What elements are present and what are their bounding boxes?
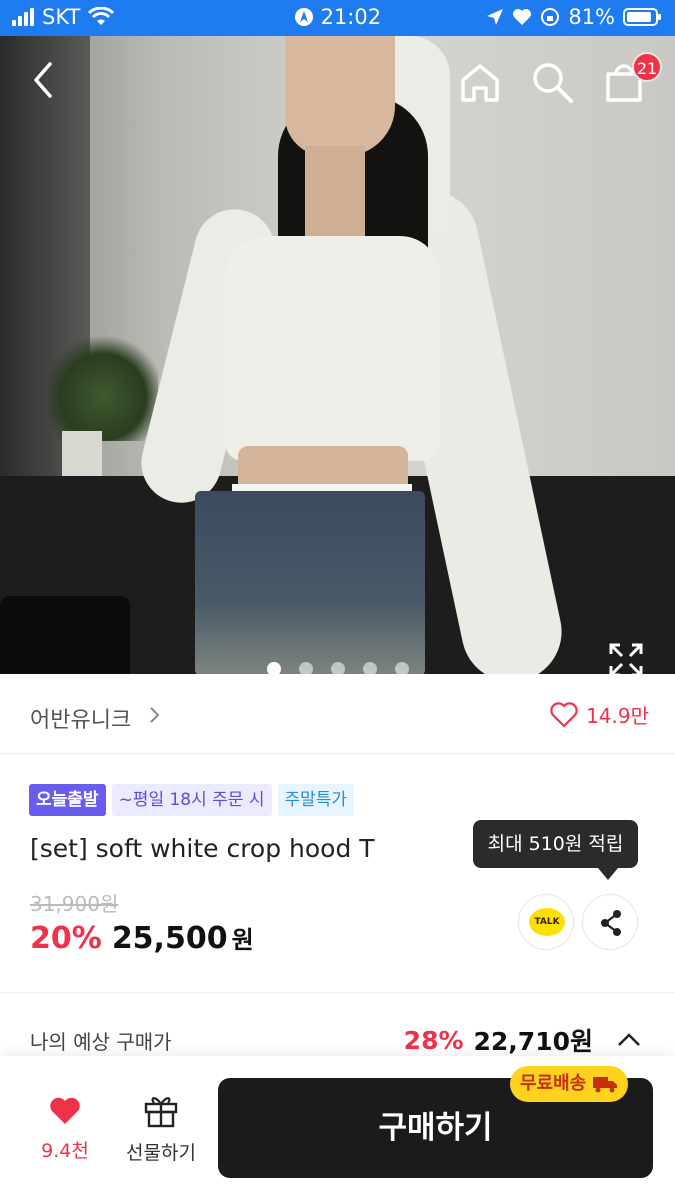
- free-shipping-label: 무료배송: [520, 1073, 587, 1094]
- tooltip-arrow: [598, 868, 618, 880]
- plant-decor: [48, 331, 158, 441]
- gallery-dot[interactable]: [298, 662, 313, 674]
- product-title: [set] soft white crop hood T: [30, 834, 375, 863]
- heart-outline-icon: [550, 701, 578, 727]
- heart-status-icon: [513, 9, 532, 25]
- purchase-bar: 9.4천 선물하기 구매하기 무료배송: [0, 1056, 675, 1200]
- chevron-up-icon[interactable]: [615, 1030, 643, 1050]
- truck-icon: [593, 1077, 618, 1093]
- gallery-dot[interactable]: [394, 662, 409, 674]
- status-bar: SKT 21:02 81%: [0, 0, 675, 36]
- weekend-sale-badge: 주말특가: [277, 784, 355, 816]
- share-icon: [601, 910, 621, 936]
- search-icon[interactable]: [528, 58, 576, 106]
- brand-name[interactable]: 어반유니크: [30, 702, 131, 734]
- battery-percent: 81%: [568, 5, 615, 29]
- wishlist-button[interactable]: 9.4천: [30, 1096, 100, 1176]
- cutoff-time-badge: ~평일 18시 주문 시: [111, 784, 272, 816]
- gallery-indicator[interactable]: [0, 662, 675, 674]
- points-tooltip: 최대 510원 적립: [473, 820, 638, 868]
- section-divider: [0, 992, 675, 993]
- delivery-badges: 오늘출발 ~평일 18시 주문 시 주말특가: [29, 784, 355, 816]
- gift-button[interactable]: 선물하기: [116, 1092, 206, 1176]
- gift-icon: [144, 1097, 178, 1128]
- brand-like-button[interactable]: 14.9만: [550, 700, 649, 729]
- original-price: 31,900원: [30, 892, 119, 916]
- brand-row[interactable]: 어반유니크 14.9만: [0, 674, 675, 754]
- home-icon[interactable]: [456, 58, 504, 106]
- gift-label: 선물하기: [126, 1142, 196, 1164]
- back-arrow-icon[interactable]: [22, 58, 66, 102]
- clock: 21:02: [320, 5, 382, 29]
- kakao-talk-button[interactable]: TALK: [518, 894, 574, 950]
- rotation-lock-icon: [541, 8, 560, 26]
- navigation-arrow-icon: [487, 9, 504, 25]
- share-button[interactable]: [582, 894, 638, 950]
- battery-icon: [623, 8, 661, 26]
- product-image-gallery[interactable]: [0, 36, 675, 674]
- kakao-talk-icon: TALK: [529, 908, 565, 936]
- free-shipping-badge: 무료배송: [510, 1066, 629, 1102]
- price-unit: 원: [231, 926, 254, 954]
- gallery-dot[interactable]: [362, 662, 377, 674]
- estimated-discount: 28%: [403, 1025, 464, 1055]
- estimated-price: 22,710원: [473, 1027, 593, 1056]
- location-circle-icon: [294, 8, 313, 26]
- gallery-dot[interactable]: [330, 662, 345, 674]
- heart-filled-icon: [50, 1097, 80, 1124]
- today-shipping-badge: 오늘출발: [29, 784, 106, 816]
- estimated-price-label: 나의 예상 구매가: [30, 1030, 172, 1054]
- wishlist-count: 9.4천: [41, 1140, 89, 1162]
- discount-rate: 20%: [30, 921, 102, 956]
- brand-like-count: 14.9만: [586, 704, 649, 728]
- estimated-price-row[interactable]: 나의 예상 구매가 28% 22,710원: [0, 1004, 675, 1064]
- cart-count-badge: 21: [632, 52, 662, 82]
- fullscreen-expand-icon[interactable]: [608, 642, 644, 674]
- sale-price-line: 20% 25,500 원: [30, 920, 254, 956]
- model-crop-top: [225, 236, 440, 461]
- model-denim-shorts: [195, 491, 425, 674]
- sale-price: 25,500: [111, 921, 228, 956]
- chevron-right-icon: [150, 707, 160, 723]
- gallery-dot[interactable]: [266, 662, 281, 674]
